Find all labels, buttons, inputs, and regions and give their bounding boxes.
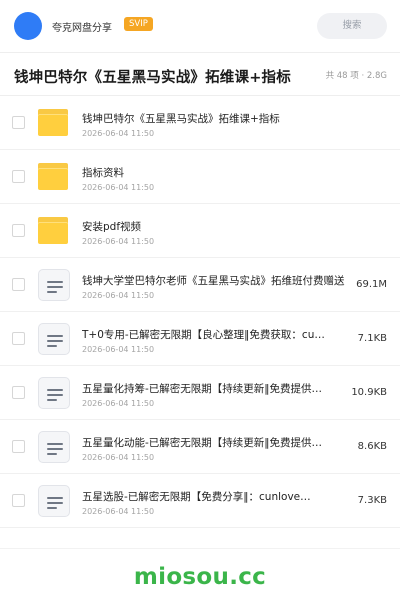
document-icon xyxy=(38,485,70,517)
item-name: 五星量化持筹-已解密无限期【持续更新‖免费提供：c… xyxy=(82,383,332,395)
item-date: 2026-06-04 11:50 xyxy=(82,399,155,408)
header-divider xyxy=(0,52,400,53)
item-name: 钱坤大学堂巴特尔老师《五星黑马实战》拓维班付费赠送 xyxy=(82,275,345,287)
folder-meta: 共 48 项 · 2.8G xyxy=(325,71,387,81)
page-title: 钱坤巴特尔《五星黑马实战》拓维课+指标 xyxy=(14,70,291,86)
document-icon xyxy=(38,377,70,409)
item-date: 2026-06-04 11:50 xyxy=(82,129,155,138)
item-size: 10.9KB xyxy=(351,387,387,398)
select-checkbox[interactable] xyxy=(12,170,25,183)
list-item[interactable]: 五星选股-已解密无限期【免费分享‖：cunlove… 2026-06-04 11… xyxy=(0,474,400,528)
username: 夸克网盘分享 xyxy=(52,23,112,34)
document-icon xyxy=(38,269,70,301)
list-item[interactable]: 指标资料 2026-06-04 11:50 xyxy=(0,150,400,204)
item-name: 指标资料 xyxy=(82,167,124,179)
item-size: 7.1KB xyxy=(357,333,387,344)
folder-icon xyxy=(38,161,70,193)
item-date: 2026-06-04 11:50 xyxy=(82,291,155,300)
list-item[interactable]: 钱坤巴特尔《五星黑马实战》拓维课+指标 2026-06-04 11:50 xyxy=(0,96,400,150)
item-name: 钱坤巴特尔《五星黑马实战》拓维课+指标 xyxy=(82,113,280,125)
avatar[interactable] xyxy=(14,12,42,40)
list-item[interactable]: 安装pdf视频 2026-06-04 11:50 xyxy=(0,204,400,258)
item-size: 69.1M xyxy=(356,279,387,290)
footer-divider xyxy=(0,548,400,549)
top-bar: 夸克网盘分享 SVIP 搜索 xyxy=(0,0,400,52)
list-item[interactable]: 五星量化持筹-已解密无限期【持续更新‖免费提供：c… 2026-06-04 11… xyxy=(0,366,400,420)
item-date: 2026-06-04 11:50 xyxy=(82,345,155,354)
select-checkbox[interactable] xyxy=(12,278,25,291)
item-name: T+0专用-已解密无限期【良心整理‖免费获取：cu… xyxy=(82,329,325,341)
document-icon xyxy=(38,323,70,355)
item-size: 8.6KB xyxy=(357,441,387,452)
select-checkbox[interactable] xyxy=(12,224,25,237)
list-item[interactable]: 钱坤大学堂巴特尔老师《五星黑马实战》拓维班付费赠送 2026-06-04 11:… xyxy=(0,258,400,312)
file-list: 钱坤巴特尔《五星黑马实战》拓维课+指标 2026-06-04 11:50 指标资… xyxy=(0,96,400,528)
item-name: 安装pdf视频 xyxy=(82,221,142,233)
list-item[interactable]: T+0专用-已解密无限期【良心整理‖免费获取：cu… 2026-06-04 11… xyxy=(0,312,400,366)
select-checkbox[interactable] xyxy=(12,386,25,399)
item-name: 五星选股-已解密无限期【免费分享‖：cunlove… xyxy=(82,491,311,503)
item-date: 2026-06-04 11:50 xyxy=(82,183,155,192)
folder-icon xyxy=(38,215,70,247)
select-checkbox[interactable] xyxy=(12,116,25,129)
item-name: 五星量化动能-已解密无限期【持续更新‖免费提供：C… xyxy=(82,437,332,449)
item-date: 2026-06-04 11:50 xyxy=(82,453,155,462)
item-date: 2026-06-04 11:50 xyxy=(82,507,155,516)
watermark: miosou.cc xyxy=(133,564,267,590)
item-size: 7.3KB xyxy=(357,495,387,506)
select-checkbox[interactable] xyxy=(12,494,25,507)
select-checkbox[interactable] xyxy=(12,332,25,345)
document-icon xyxy=(38,431,70,463)
folder-icon xyxy=(38,107,70,139)
search-input[interactable]: 搜索 xyxy=(317,13,387,39)
item-date: 2026-06-04 11:50 xyxy=(82,237,155,246)
select-checkbox[interactable] xyxy=(12,440,25,453)
vip-badge: SVIP xyxy=(124,17,153,31)
list-item[interactable]: 五星量化动能-已解密无限期【持续更新‖免费提供：C… 2026-06-04 11… xyxy=(0,420,400,474)
